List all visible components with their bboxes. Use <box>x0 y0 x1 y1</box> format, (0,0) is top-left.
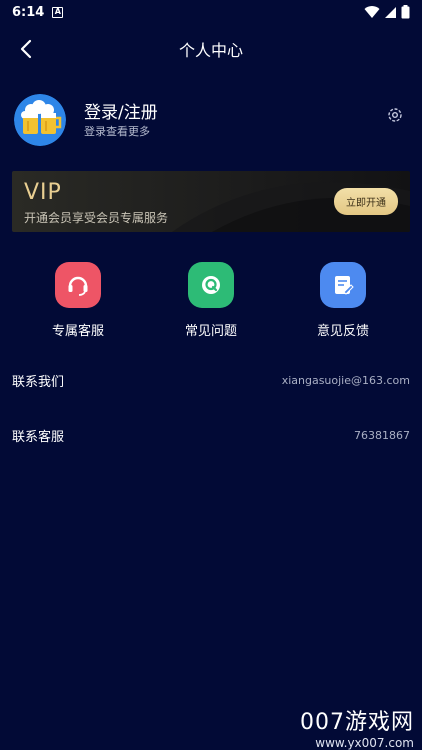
battery-icon <box>401 5 410 19</box>
feedback-note-icon <box>320 262 366 308</box>
login-register-link[interactable]: 登录/注册 <box>84 98 158 123</box>
gear-icon[interactable] <box>386 106 404 124</box>
faq-q-icon <box>188 262 234 308</box>
row-label: 联系我们 <box>12 374 65 390</box>
quick-action-customer-service[interactable]: 专属客服 <box>30 262 126 342</box>
notification-icon: A <box>52 6 64 18</box>
vip-title: VIP <box>24 180 62 205</box>
open-vip-button[interactable]: 立即开通 <box>334 188 398 215</box>
quick-action-label: 意见反馈 <box>316 324 369 339</box>
beer-avatar-icon <box>14 94 66 146</box>
watermark-url: www.yx007.com <box>315 736 414 750</box>
profile-section: 登录/注册 登录查看更多 <box>14 94 408 146</box>
page-title: 个人中心 <box>178 41 243 60</box>
contact-service-row[interactable]: 联系客服 76381867 <box>12 420 410 450</box>
quick-action-feedback[interactable]: 意见反馈 <box>295 262 391 342</box>
vip-card[interactable]: VIP 开通会员享受会员专属服务 立即开通 <box>12 171 410 232</box>
contact-email: xiangasuojie@163.com <box>281 373 410 387</box>
contact-us-row[interactable]: 联系我们 xiangasuojie@163.com <box>12 365 410 395</box>
quick-action-faq[interactable]: 常见问题 <box>163 262 259 342</box>
wifi-icon <box>364 6 380 19</box>
status-bar: 6:14 A <box>0 0 422 24</box>
quick-action-label: 常见问题 <box>184 324 237 339</box>
watermark: 007游戏网 www.yx007.com <box>300 704 414 750</box>
watermark-brand: 007游戏网 <box>300 710 414 735</box>
avatar[interactable] <box>14 94 66 146</box>
status-icons <box>364 5 410 19</box>
top-bar: 个人中心 <box>0 24 422 74</box>
vip-description: 开通会员享受会员专属服务 <box>24 211 169 225</box>
row-label: 联系客服 <box>12 429 65 445</box>
back-arrow-icon[interactable] <box>14 36 40 62</box>
status-time: 6:14 <box>12 4 45 20</box>
service-number: 76381867 <box>354 428 410 442</box>
headset-icon <box>55 262 101 308</box>
signal-icon <box>385 6 396 18</box>
quick-action-label: 专属客服 <box>51 324 104 339</box>
login-subtitle: 登录查看更多 <box>84 125 150 138</box>
